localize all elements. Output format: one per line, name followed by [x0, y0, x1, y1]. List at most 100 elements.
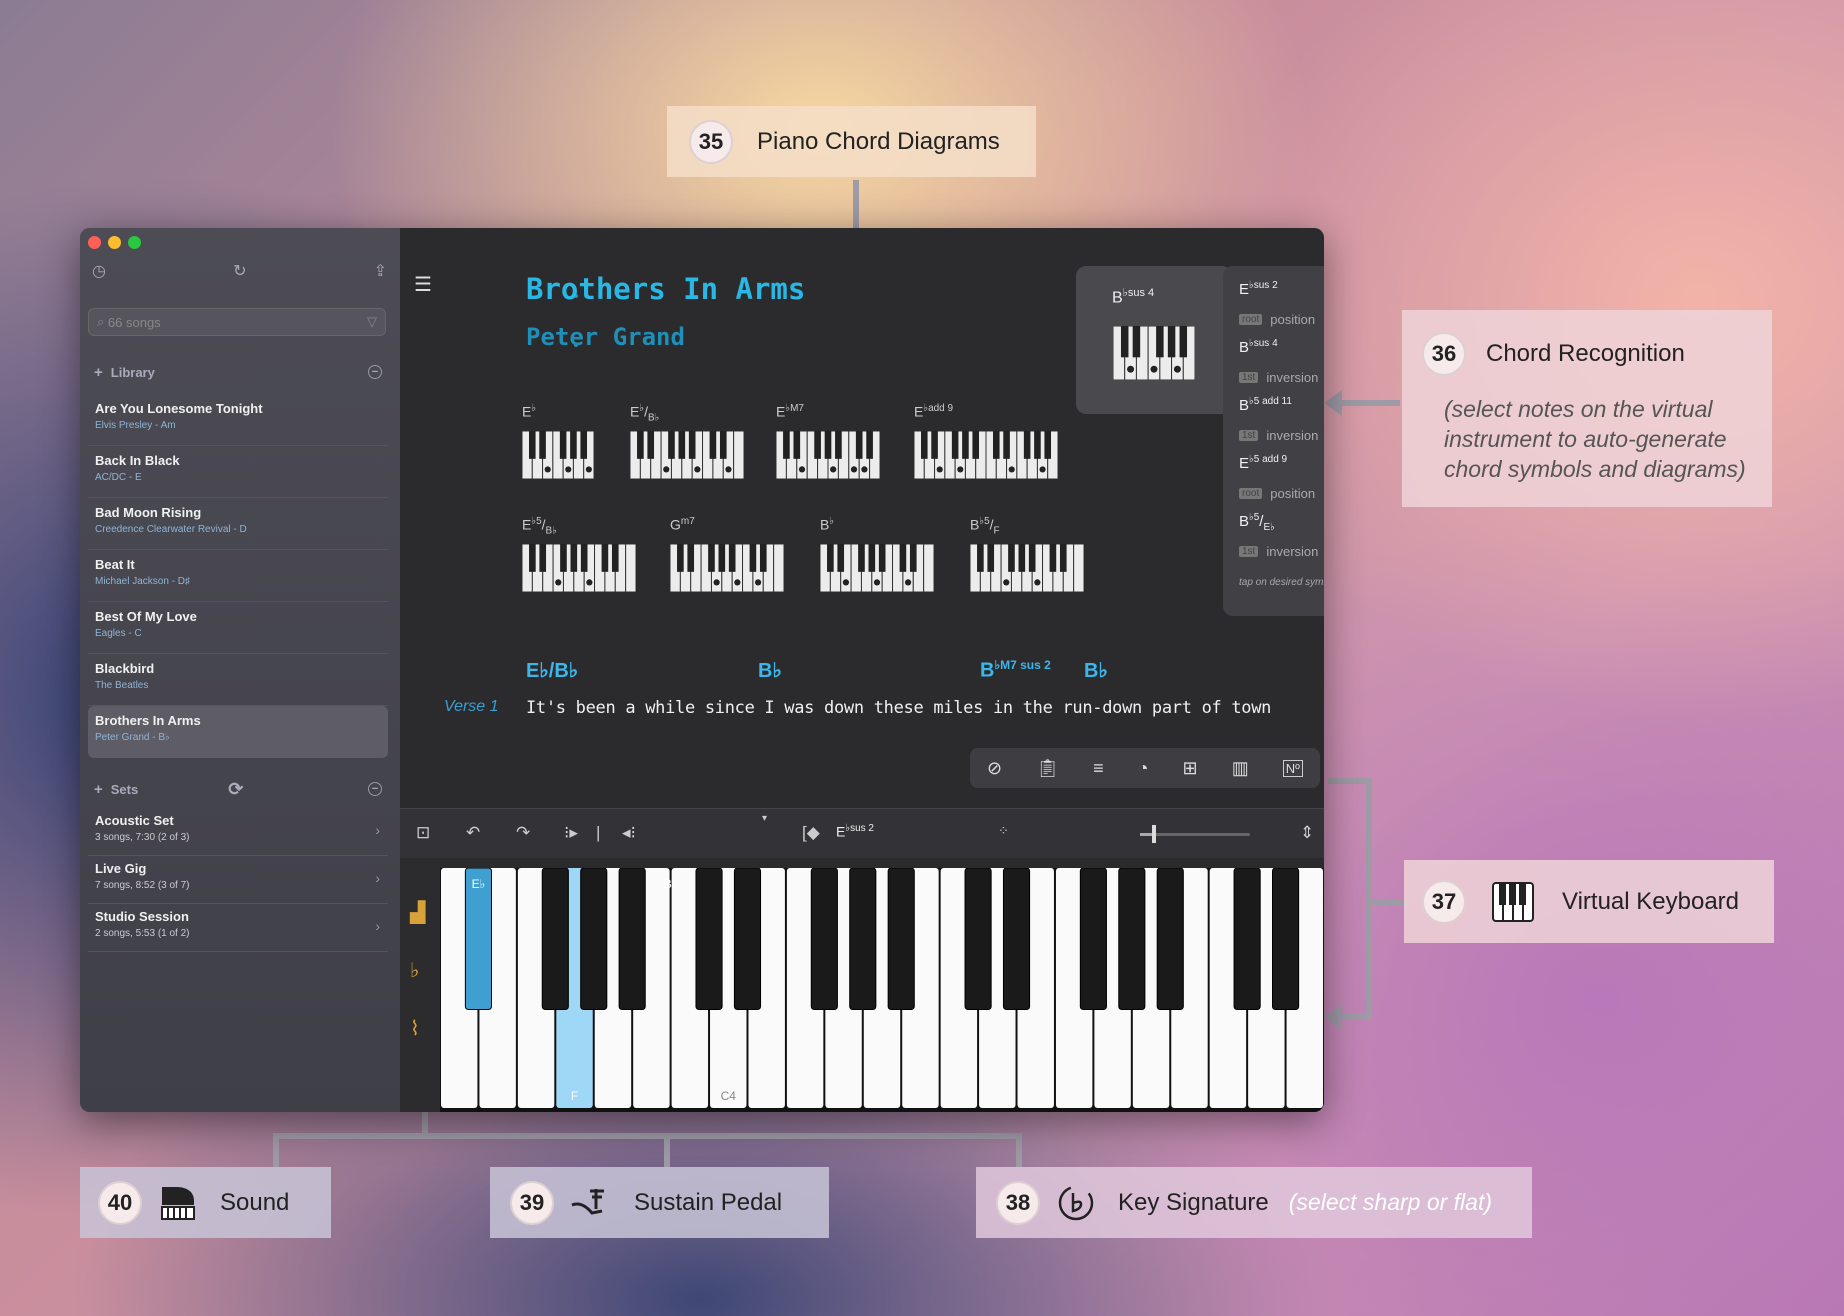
- black-key[interactable]: [849, 868, 877, 1011]
- key-icon[interactable]: ◔: [1138, 758, 1149, 779]
- piano-view-icon[interactable]: ▥: [1232, 758, 1249, 779]
- black-key: [601, 544, 609, 572]
- search-input[interactable]: 66 songs: [108, 315, 161, 330]
- black-key[interactable]: [1002, 868, 1031, 1011]
- note-dot: [842, 579, 850, 586]
- clipboard-icon[interactable]: 📋︎: [1036, 758, 1059, 779]
- key-signature-toggle-icon[interactable]: ♭: [410, 958, 419, 983]
- lyric-chord[interactable]: B♭M7 sus 2: [980, 658, 1051, 683]
- stepper-icon[interactable]: ⇕: [1300, 823, 1314, 843]
- minimize-button[interactable]: [108, 236, 121, 249]
- sync-icon[interactable]: ↻: [233, 261, 246, 281]
- add-icon[interactable]: +: [94, 781, 103, 798]
- keyboard-zoom-slider[interactable]: [1140, 825, 1250, 843]
- chord-name: E♭/B♭: [630, 403, 660, 424]
- chord-diagram[interactable]: E♭: [522, 403, 594, 479]
- lyric-chord[interactable]: B♭: [1084, 658, 1108, 683]
- recognized-chord[interactable]: B♭sus 4: [1239, 338, 1324, 362]
- song-item[interactable]: Best Of My Love Eagles - C: [88, 602, 388, 654]
- song-item[interactable]: Bad Moon Rising Creedence Clearwater Revi…: [88, 498, 388, 550]
- shift-right-icon[interactable]: ⁝▸: [564, 823, 578, 843]
- black-key[interactable]: [1233, 868, 1261, 1011]
- transpose-icon[interactable]: ⊘: [987, 758, 1002, 779]
- chord-diagram[interactable]: E♭/B♭: [630, 403, 744, 479]
- align-icon[interactable]: ≡: [1093, 758, 1104, 779]
- key-label: B♭: [664, 877, 678, 891]
- sustain-pedal-toggle-icon[interactable]: ⌇: [410, 1016, 420, 1041]
- callout-number: 36: [1422, 332, 1466, 376]
- grid-icon[interactable]: ⊞: [1183, 758, 1198, 779]
- chord-diagram[interactable]: E♭M7: [776, 403, 880, 479]
- black-key[interactable]: [695, 868, 723, 1011]
- song-item-selected[interactable]: Brothers In Arms Peter Grand - B♭: [88, 706, 388, 758]
- black-key[interactable]: [964, 868, 992, 1011]
- chord-diagram[interactable]: B♭5/F: [970, 516, 1084, 592]
- cursor-icon[interactable]: |: [596, 823, 600, 843]
- black-key[interactable]: [580, 868, 608, 1011]
- black-key[interactable]: [1118, 868, 1146, 1011]
- collapse-icon[interactable]: −: [368, 782, 382, 796]
- guitar-pick-icon[interactable]: [◆: [802, 823, 820, 843]
- song-subtitle: Eagles - C: [95, 628, 142, 639]
- chord-diagram[interactable]: Gm7: [670, 516, 784, 592]
- window-controls: [88, 236, 141, 249]
- chord-position: 1st inversion: [1239, 536, 1324, 566]
- black-key[interactable]: [541, 868, 569, 1011]
- share-icon[interactable]: ⇪: [374, 261, 387, 281]
- set-title: Acoustic Set: [95, 813, 174, 828]
- chord-position: root position: [1239, 478, 1324, 508]
- shift-left-icon[interactable]: ◂⁝: [622, 823, 636, 843]
- collapse-icon[interactable]: −: [368, 365, 382, 379]
- black-key[interactable]: [618, 868, 646, 1011]
- callout-number: 38: [996, 1180, 1040, 1225]
- song-item[interactable]: Blackbird The Beatles: [88, 654, 388, 706]
- black-key[interactable]: [887, 868, 915, 1011]
- virtual-keyboard[interactable]: E♭ B♭ F C4: [440, 868, 1324, 1112]
- set-item[interactable]: Live Gig 7 songs, 8:52 (3 of 7) ›: [88, 856, 388, 904]
- black-key: [580, 544, 588, 572]
- dropdown-indicator[interactable]: ▾: [762, 813, 767, 824]
- lyric-chord[interactable]: B♭: [758, 658, 782, 683]
- menu-icon[interactable]: ☰: [414, 272, 432, 297]
- chord-diagram-popover[interactable]: B♭sus 4: [1076, 266, 1232, 414]
- recognized-chord[interactable]: E♭5 add 9: [1239, 454, 1324, 478]
- slider-knob[interactable]: [1152, 825, 1156, 843]
- add-icon[interactable]: +: [94, 364, 103, 381]
- voicing-icon[interactable]: ⁘: [998, 823, 1009, 839]
- song-item[interactable]: Are You Lonesome Tonight Elvis Presley - …: [88, 394, 388, 446]
- filter-icon[interactable]: ▽: [367, 314, 377, 330]
- zoom-button[interactable]: [128, 236, 141, 249]
- chord-diagram[interactable]: E♭5/B♭: [522, 516, 636, 592]
- sound-icon[interactable]: ▟: [410, 900, 425, 925]
- set-item[interactable]: Studio Session 2 songs, 5:53 (1 of 2) ›: [88, 904, 388, 952]
- chord-diagram[interactable]: B♭: [820, 516, 934, 592]
- refresh-icon[interactable]: ⟳: [228, 779, 243, 800]
- chord-diagram[interactable]: E♭add 9: [914, 403, 1058, 479]
- black-key[interactable]: [810, 868, 838, 1011]
- black-key: [987, 544, 995, 572]
- metronome-icon[interactable]: ◷: [92, 261, 106, 281]
- note-dot: [1008, 466, 1015, 473]
- number-icon[interactable]: Nº: [1282, 759, 1303, 777]
- black-key: [866, 431, 873, 459]
- search-field[interactable]: ⌕ 66 songs ▽: [88, 308, 386, 336]
- recognized-chord[interactable]: E♭sus 2: [1239, 280, 1324, 304]
- black-key: [749, 544, 757, 572]
- redo-icon[interactable]: ↷: [516, 823, 530, 843]
- recognized-chord[interactable]: B♭5 add 11: [1239, 396, 1324, 420]
- black-key[interactable]: [733, 868, 762, 1011]
- recognized-chord[interactable]: B♭5/E♭: [1239, 512, 1324, 536]
- black-key[interactable]: [1079, 868, 1107, 1011]
- lyric-chord[interactable]: E♭/B♭: [526, 658, 578, 683]
- black-key[interactable]: [1271, 868, 1300, 1011]
- sets-header[interactable]: + Sets ⟳ −: [88, 775, 388, 803]
- song-item[interactable]: Beat It Michael Jackson - D♯: [88, 550, 388, 602]
- close-button[interactable]: [88, 236, 101, 249]
- library-header[interactable]: + Library −: [88, 358, 388, 386]
- black-key[interactable]: [1156, 868, 1184, 1011]
- song-artist: Peter Grand: [526, 323, 685, 351]
- select-icon[interactable]: ⊡: [416, 823, 430, 843]
- song-item[interactable]: Back In Black AC/DC - E: [88, 446, 388, 498]
- undo-icon[interactable]: ↶: [466, 823, 480, 843]
- set-item[interactable]: Acoustic Set 3 songs, 7:30 (2 of 3) ›: [88, 808, 388, 856]
